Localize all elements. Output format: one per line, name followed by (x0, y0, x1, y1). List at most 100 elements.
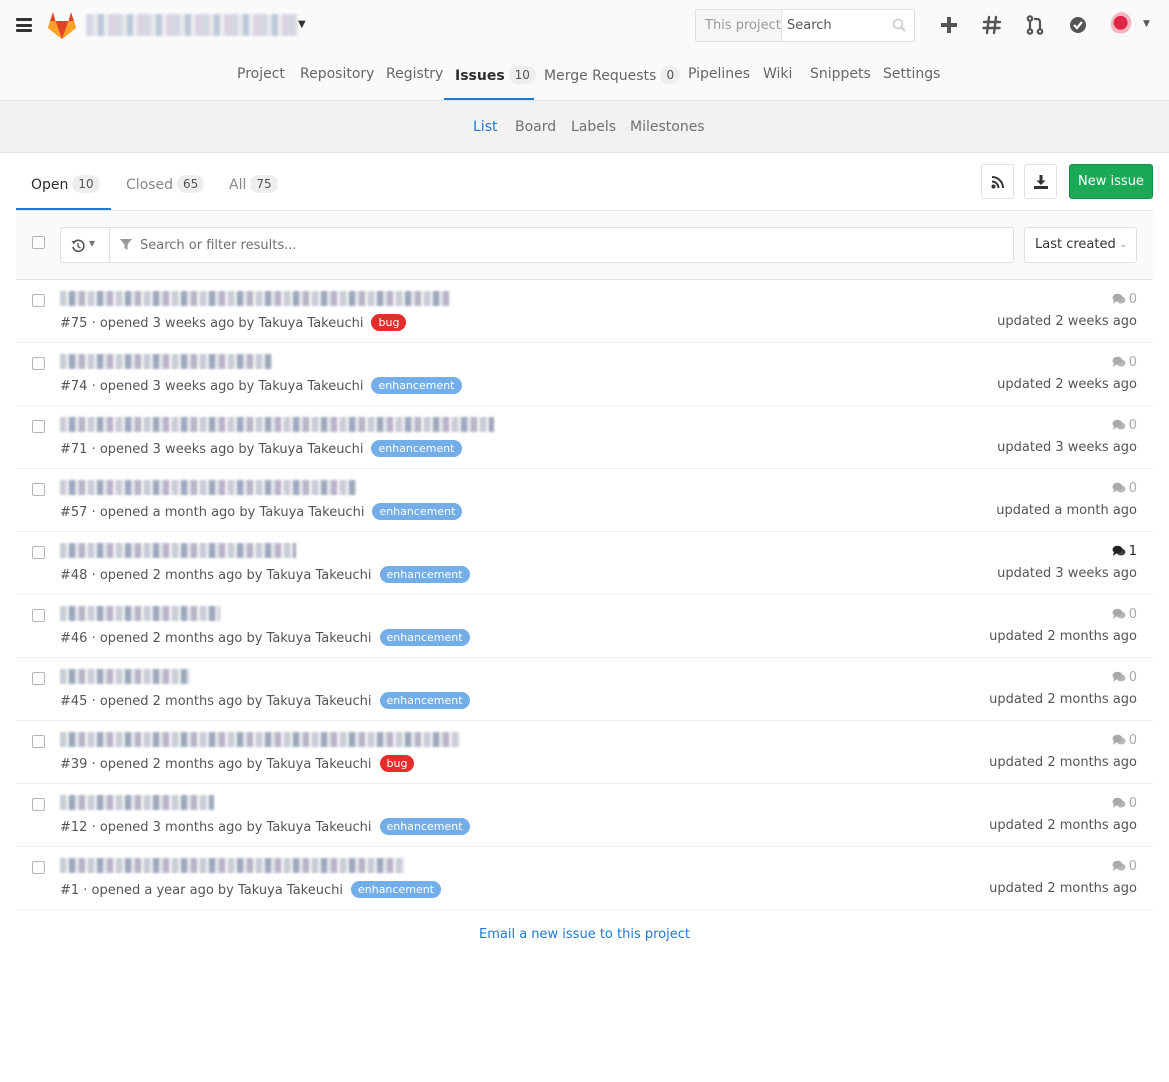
filter-search-field[interactable] (109, 227, 1014, 263)
tab-milestones[interactable]: Milestones (630, 119, 705, 135)
comment-count[interactable]: 0 (1112, 670, 1137, 685)
sort-dropdown[interactable]: Last created ⌄ (1024, 227, 1137, 263)
tab-snippets[interactable]: Snippets (810, 66, 871, 82)
tab-project[interactable]: Project (237, 66, 285, 82)
comment-count[interactable]: 0 (1112, 418, 1137, 433)
issue-label[interactable]: bug (371, 314, 407, 331)
search-box[interactable]: This project (695, 9, 915, 42)
tab-issues[interactable]: Issues 10 (455, 66, 536, 84)
tab-wiki[interactable]: Wiki (763, 66, 792, 82)
issue-meta: #45 · opened 2 months ago by Takuya Take… (60, 692, 470, 709)
issue-title-blurred[interactable] (60, 858, 405, 873)
issue-checkbox[interactable] (32, 672, 45, 685)
tab-closed[interactable]: Closed 65 (126, 175, 205, 193)
tab-pipelines[interactable]: Pipelines (688, 66, 750, 82)
issue-title-blurred[interactable] (60, 480, 356, 495)
hash-icon[interactable] (981, 14, 1003, 36)
merge-request-icon[interactable] (1024, 14, 1046, 36)
search-scope[interactable]: This project (696, 10, 782, 41)
tab-repository[interactable]: Repository (300, 66, 374, 82)
comment-count-value: 0 (1128, 292, 1137, 307)
export-csv-button[interactable] (1024, 164, 1057, 199)
comment-count[interactable]: 0 (1112, 859, 1137, 874)
issue-label[interactable]: enhancement (371, 440, 462, 457)
issue-meta-text: #71 · opened 3 weeks ago by Takuya Takeu… (60, 442, 364, 457)
issue-label[interactable]: enhancement (379, 629, 470, 646)
rss-button[interactable] (981, 164, 1014, 199)
issue-row: #45 · opened 2 months ago by Takuya Take… (16, 658, 1153, 721)
chevron-down-icon[interactable]: ▼ (298, 19, 306, 30)
issue-checkbox[interactable] (32, 483, 45, 496)
tab-list[interactable]: List (473, 119, 497, 135)
tab-labels[interactable]: Labels (571, 119, 616, 135)
issue-title-blurred[interactable] (60, 606, 220, 621)
issue-checkbox[interactable] (32, 357, 45, 370)
avatar[interactable] (1110, 11, 1136, 37)
issue-updated: updated 2 weeks ago (997, 377, 1137, 392)
tab-all-label: All (229, 177, 247, 193)
issue-title-blurred[interactable] (60, 291, 450, 306)
issue-label[interactable]: enhancement (379, 692, 470, 709)
issue-title-blurred[interactable] (60, 669, 190, 684)
tab-registry[interactable]: Registry (386, 66, 443, 82)
top-header: ▼ This project ▼ (0, 0, 1169, 52)
issue-meta: #57 · opened a month ago by Takuya Takeu… (60, 503, 463, 520)
comment-count[interactable]: 0 (1112, 481, 1137, 496)
issue-label[interactable]: enhancement (350, 881, 441, 898)
comment-count[interactable]: 0 (1112, 796, 1137, 811)
filter-input[interactable] (140, 228, 1000, 262)
project-title-blurred[interactable] (86, 14, 298, 36)
issue-checkbox[interactable] (32, 798, 45, 811)
issue-checkbox[interactable] (32, 735, 45, 748)
user-menu[interactable]: ▼ (1110, 11, 1152, 39)
plus-icon[interactable] (938, 14, 960, 36)
comment-count[interactable]: 0 (1112, 355, 1137, 370)
gitlab-logo-icon[interactable] (46, 10, 78, 40)
comments-icon (1112, 545, 1126, 556)
issue-checkbox[interactable] (32, 546, 45, 559)
comment-count[interactable]: 0 (1112, 607, 1137, 622)
issue-label[interactable]: enhancement (372, 503, 463, 520)
tab-settings[interactable]: Settings (883, 66, 940, 82)
issue-meta: #48 · opened 2 months ago by Takuya Take… (60, 566, 470, 583)
issue-meta: #1 · opened a year ago by Takuya Takeuch… (60, 881, 441, 898)
issue-title-blurred[interactable] (60, 417, 494, 432)
issue-label[interactable]: enhancement (371, 377, 462, 394)
menu-icon[interactable] (16, 18, 32, 32)
tab-board[interactable]: Board (515, 119, 556, 135)
rss-icon (991, 176, 1004, 189)
select-all-checkbox[interactable] (32, 236, 45, 249)
tab-merge-requests-label: Merge Requests (544, 68, 657, 84)
comment-count[interactable]: 0 (1112, 733, 1137, 748)
issue-label[interactable]: bug (379, 755, 415, 772)
comment-count[interactable]: 0 (1112, 292, 1137, 307)
issue-meta: #75 · opened 3 weeks ago by Takuya Takeu… (60, 314, 407, 331)
issue-title-blurred[interactable] (60, 543, 296, 558)
tab-merge-requests[interactable]: Merge Requests 0 (544, 66, 681, 84)
todo-check-icon[interactable] (1067, 14, 1089, 36)
issue-state-tabs: Open 10 Closed 65 All 75 New issue (16, 153, 1153, 211)
issue-title-blurred[interactable] (60, 795, 214, 810)
comment-count[interactable]: 1 (1112, 544, 1137, 559)
issue-title-blurred[interactable] (60, 732, 460, 747)
issue-updated: updated 2 months ago (989, 881, 1137, 896)
issue-label[interactable]: enhancement (379, 566, 470, 583)
tab-open[interactable]: Open 10 (31, 175, 100, 193)
issue-label[interactable]: enhancement (379, 818, 470, 835)
issue-updated: updated 2 weeks ago (997, 314, 1137, 329)
new-issue-button[interactable]: New issue (1069, 164, 1153, 199)
issue-updated: updated 2 months ago (989, 755, 1137, 770)
issue-row: #48 · opened 2 months ago by Takuya Take… (16, 532, 1153, 595)
issue-checkbox[interactable] (32, 294, 45, 307)
issue-checkbox[interactable] (32, 861, 45, 874)
recent-searches-button[interactable]: ▼ (60, 227, 109, 263)
search-input[interactable] (783, 10, 883, 41)
issue-checkbox[interactable] (32, 609, 45, 622)
issue-checkbox[interactable] (32, 420, 45, 433)
chevron-down-icon[interactable]: ▼ (1143, 19, 1150, 29)
issue-title-blurred[interactable] (60, 354, 272, 369)
email-new-issue-link[interactable]: Email a new issue to this project (0, 927, 1169, 942)
tab-all[interactable]: All 75 (229, 175, 278, 193)
issue-updated: updated 2 months ago (989, 692, 1137, 707)
issue-updated: updated a month ago (996, 503, 1137, 518)
